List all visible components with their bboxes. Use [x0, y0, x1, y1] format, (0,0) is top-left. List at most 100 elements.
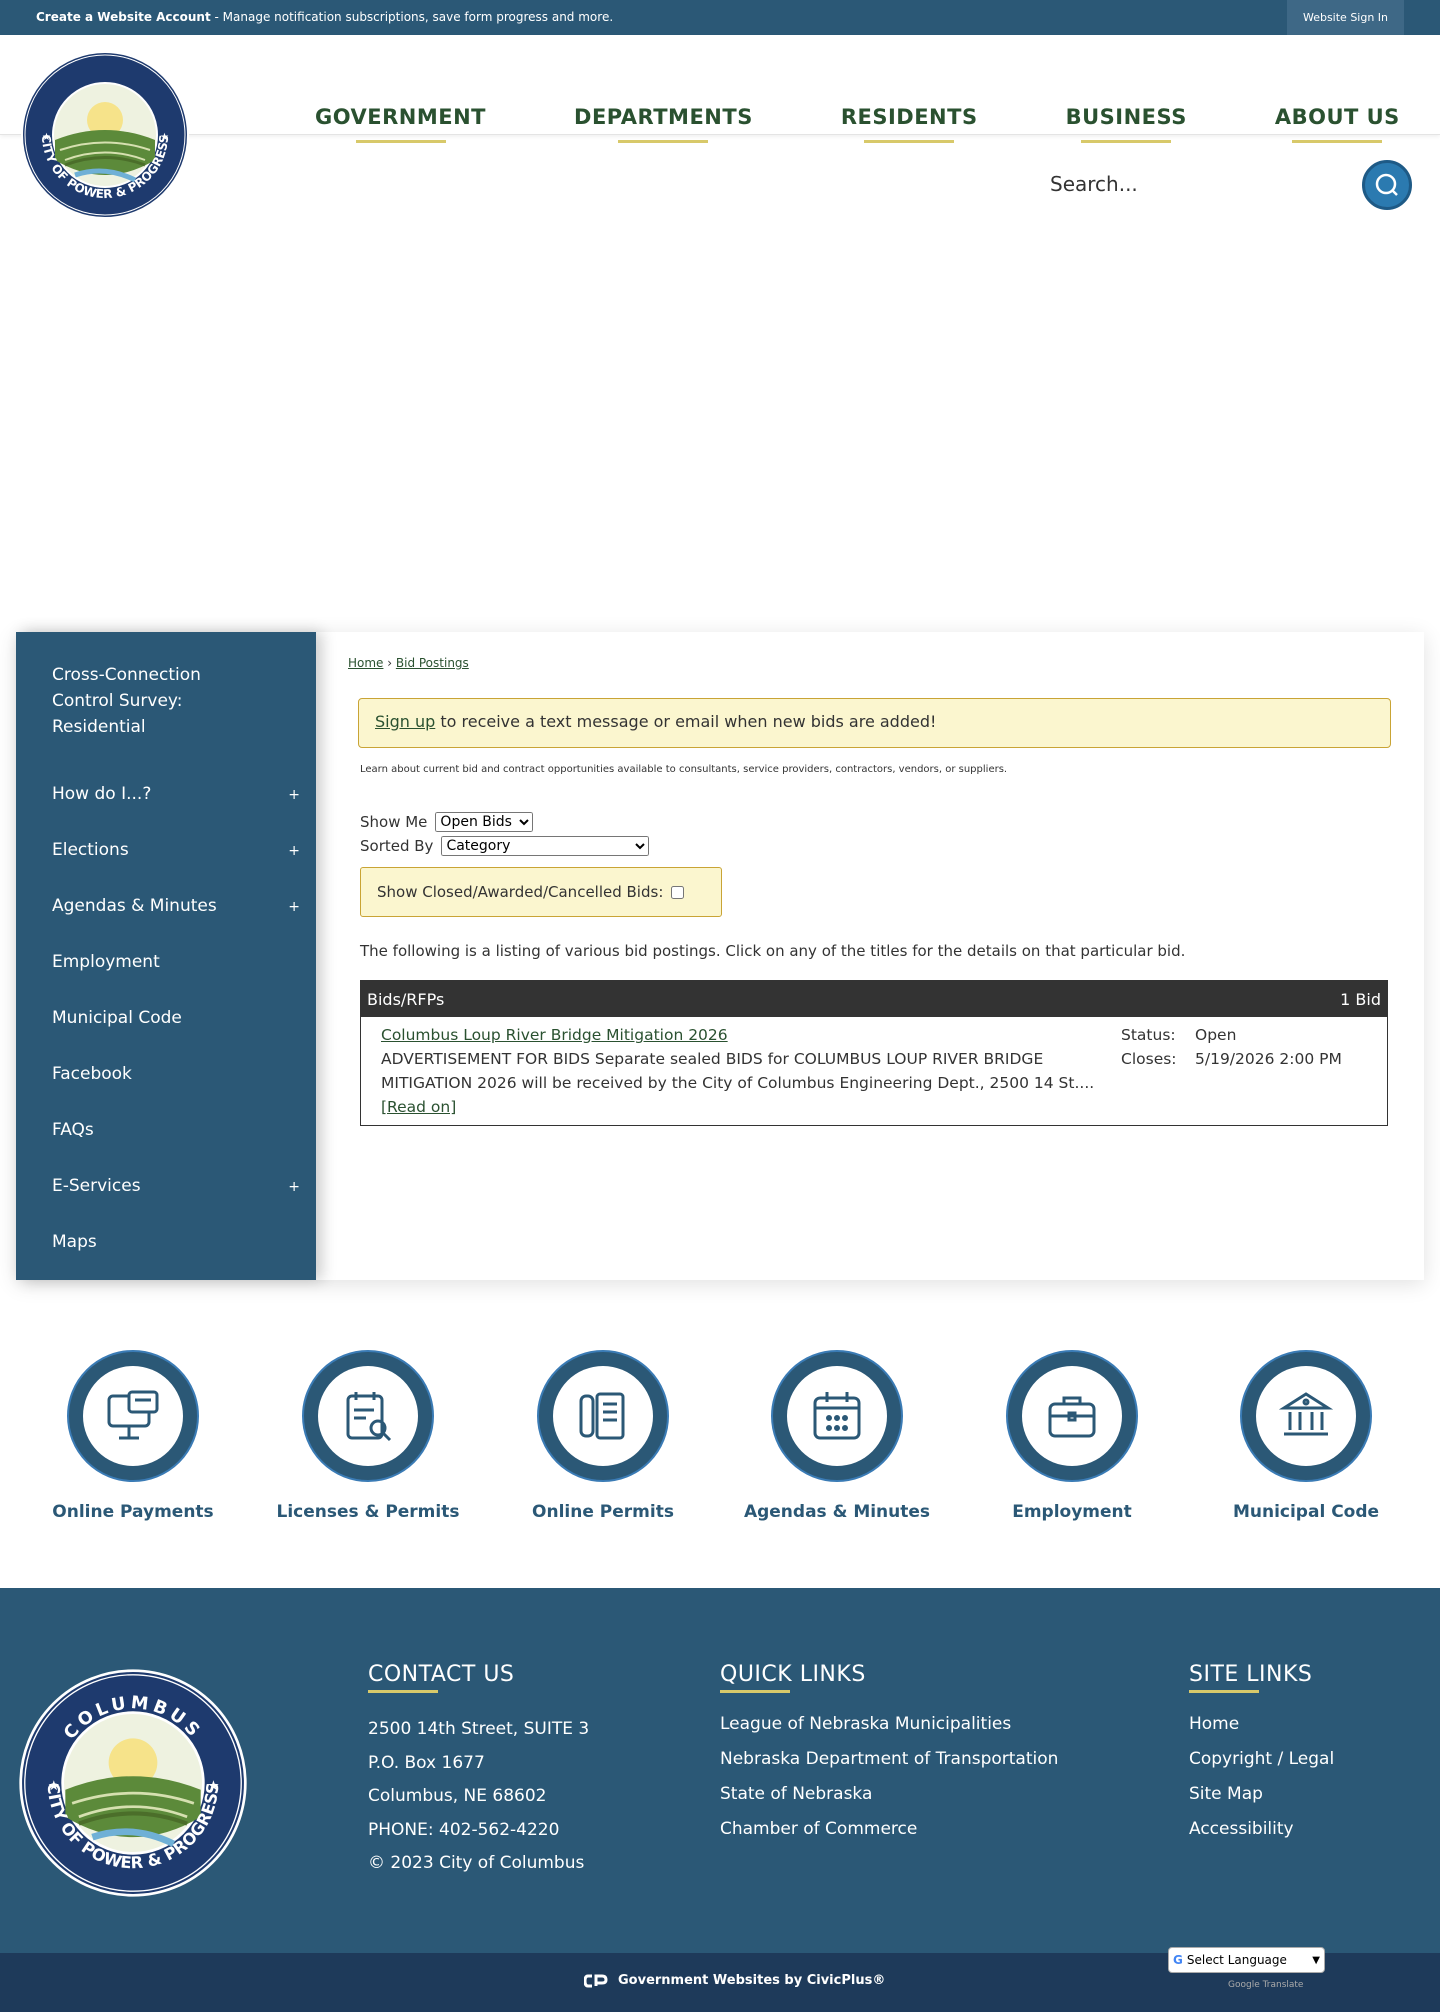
expand-icon[interactable]: +: [288, 838, 300, 864]
nav-residents[interactable]: RESIDENTS: [841, 105, 978, 143]
city-logo[interactable]: COLUMBUS CITY OF POWER & PROGRESS ★ ★: [20, 50, 190, 220]
sidebar-item-label: How do I...?: [52, 784, 152, 804]
sign-in-button[interactable]: Website Sign In: [1287, 0, 1404, 35]
show-closed-checkbox[interactable]: [671, 885, 685, 899]
sorted-by-select[interactable]: Category: [441, 836, 650, 856]
sidebar-item-employment[interactable]: Employment: [16, 934, 316, 990]
sidebar-item-e-services[interactable]: E-Services +: [16, 1158, 316, 1214]
listing-intro: The following is a listing of various bi…: [360, 942, 1186, 960]
sidebar-item-elections[interactable]: Elections +: [16, 822, 316, 878]
quick-link-label: Agendas & Minutes: [743, 1502, 931, 1522]
top-utility-bar: Create a Website Account - Manage notifi…: [0, 0, 1440, 35]
footer-link-copyright[interactable]: Copyright / Legal: [1189, 1742, 1334, 1777]
footer-site-title: SITE LINKS: [1189, 1662, 1334, 1693]
signup-link[interactable]: Sign up: [375, 712, 435, 731]
nav-government[interactable]: GOVERNMENT: [315, 105, 486, 143]
breadcrumb-home[interactable]: Home: [348, 656, 383, 670]
bid-closes-value: 5/19/2026 2:00 PM: [1195, 1050, 1342, 1068]
svg-text:★: ★: [48, 1778, 60, 1794]
footer-link-chamber[interactable]: Chamber of Commerce: [720, 1812, 1058, 1847]
sidebar-item-maps[interactable]: Maps: [16, 1214, 316, 1270]
contact-po-box: P.O. Box 1677: [368, 1752, 485, 1773]
sidebar-item-faqs[interactable]: FAQs: [16, 1102, 316, 1158]
bid-title-link[interactable]: Columbus Loup River Bridge Mitigation 20…: [381, 1026, 728, 1044]
footer-link-league[interactable]: League of Nebraska Municipalities: [720, 1707, 1058, 1742]
expand-icon[interactable]: +: [288, 894, 300, 920]
footer-link-state[interactable]: State of Nebraska: [720, 1777, 1058, 1812]
quick-link-label: Municipal Code: [1232, 1502, 1380, 1522]
sidebar-item-label: Municipal Code: [52, 1008, 182, 1028]
search-input[interactable]: Search...: [1050, 172, 1138, 196]
footer-contact-title: CONTACT US: [368, 1662, 589, 1693]
sorted-by-label: Sorted By: [360, 837, 434, 855]
google-g-icon: G: [1173, 1953, 1183, 1967]
create-account-link[interactable]: Create a Website Account: [36, 10, 211, 24]
nav-business[interactable]: BUSINESS: [1066, 105, 1187, 143]
courthouse-icon: [1278, 1392, 1334, 1436]
main-nav: GOVERNMENT DEPARTMENTS RESIDENTS BUSINES…: [290, 105, 1400, 143]
table-row: Columbus Loup River Bridge Mitigation 20…: [361, 1017, 1387, 1125]
svg-text:★: ★: [42, 132, 51, 143]
footer-site-links: SITE LINKS Home Copyright / Legal Site M…: [1189, 1662, 1334, 1847]
show-me-select[interactable]: Open Bids: [435, 812, 534, 832]
powered-by-google: Google Translate: [1228, 1980, 1304, 1990]
quick-link-employment[interactable]: Employment: [972, 1350, 1172, 1522]
expand-icon[interactable]: +: [288, 1174, 300, 1200]
breadcrumb: Home › Bid Postings: [348, 656, 1408, 670]
bids-table: Bids/RFPs 1 Bid Columbus Loup River Brid…: [360, 980, 1388, 1126]
nav-about-us[interactable]: ABOUT US: [1275, 105, 1400, 143]
quick-links-bar: Online Payments Licenses & Permits Onlin…: [0, 1350, 1440, 1540]
bids-category-title: Bids/RFPs: [367, 989, 445, 1009]
quick-link-licenses-permits[interactable]: Licenses & Permits: [268, 1350, 468, 1522]
quick-link-label: Licenses & Permits: [276, 1502, 460, 1522]
show-closed-toggle: Show Closed/Awarded/Cancelled Bids:: [360, 867, 722, 917]
bid-filters: Show Me Open Bids Sorted By Category: [360, 810, 650, 858]
sidebar-item-cross-connection[interactable]: Cross-Connection Control Survey: Residen…: [16, 662, 316, 740]
breadcrumb-bid-postings[interactable]: Bid Postings: [396, 656, 469, 670]
site-header: GOVERNMENT DEPARTMENTS RESIDENTS BUSINES…: [0, 35, 1440, 135]
bid-read-on-link[interactable]: [Read on]: [381, 1098, 456, 1116]
create-account-text: Create a Website Account - Manage notifi…: [36, 10, 613, 24]
sidebar-item-label: Maps: [52, 1232, 97, 1252]
expand-icon[interactable]: +: [288, 782, 300, 808]
footer-city-logo[interactable]: COLUMBUS CITY OF POWER & PROGRESS ★ ★: [18, 1668, 248, 1898]
briefcase-icon: [1048, 1396, 1096, 1438]
signup-notice: Sign up to receive a text message or ema…: [358, 698, 1391, 748]
quick-link-online-payments[interactable]: Online Payments: [33, 1350, 233, 1522]
sidebar-item-how-do-i[interactable]: How do I...? +: [16, 766, 316, 822]
footer-link-accessibility[interactable]: Accessibility: [1189, 1812, 1334, 1847]
quick-link-agendas-minutes[interactable]: Agendas & Minutes: [737, 1350, 937, 1522]
breadcrumb-separator: ›: [383, 656, 396, 670]
civicplus-credit[interactable]: Government Websites by CivicPlus®: [584, 1973, 885, 1988]
show-me-label: Show Me: [360, 813, 428, 831]
language-select[interactable]: G Select Language ▼: [1168, 1947, 1325, 1973]
calendar-icon: [813, 1392, 861, 1440]
logo-text-top: COLUMBUS: [20, 50, 126, 54]
nav-departments[interactable]: DEPARTMENTS: [574, 105, 753, 143]
footer-link-ndot[interactable]: Nebraska Department of Transportation: [720, 1742, 1058, 1777]
search-button[interactable]: [1362, 160, 1412, 210]
search-icon: [1375, 173, 1398, 196]
bid-closes-label: Closes:: [1121, 1050, 1177, 1068]
footer-link-sitemap[interactable]: Site Map: [1189, 1777, 1334, 1812]
footer-link-home[interactable]: Home: [1189, 1707, 1334, 1742]
main-panel: Cross-Connection Control Survey: Residen…: [16, 632, 1424, 1280]
quick-link-online-permits[interactable]: Online Permits: [503, 1350, 703, 1522]
sidebar-item-label: Elections: [52, 840, 129, 860]
sidebar-item-agendas[interactable]: Agendas & Minutes +: [16, 878, 316, 934]
quick-link-label: Online Permits: [532, 1502, 674, 1522]
calendar-search-icon: [346, 1392, 392, 1442]
create-account-description: - Manage notification subscriptions, sav…: [210, 10, 614, 24]
sidebar-item-label: Cross-Connection Control Survey: Residen…: [52, 665, 201, 737]
sidebar-item-municipal-code[interactable]: Municipal Code: [16, 990, 316, 1046]
svg-text:★: ★: [160, 132, 169, 143]
quick-link-municipal-code[interactable]: Municipal Code: [1206, 1350, 1406, 1522]
language-select-label: Select Language: [1186, 1953, 1287, 1967]
quick-link-label: Employment: [1012, 1502, 1132, 1522]
chevron-down-icon: ▼: [1312, 1954, 1320, 1966]
sidebar-item-facebook[interactable]: Facebook: [16, 1046, 316, 1102]
site-footer: COLUMBUS CITY OF POWER & PROGRESS ★ ★ CO…: [0, 1588, 1440, 1953]
bid-intro-text: Learn about current bid and contract opp…: [360, 764, 1008, 775]
sidebar-item-label: FAQs: [52, 1120, 94, 1140]
footer-quick-title: QUICK LINKS: [720, 1662, 1058, 1693]
